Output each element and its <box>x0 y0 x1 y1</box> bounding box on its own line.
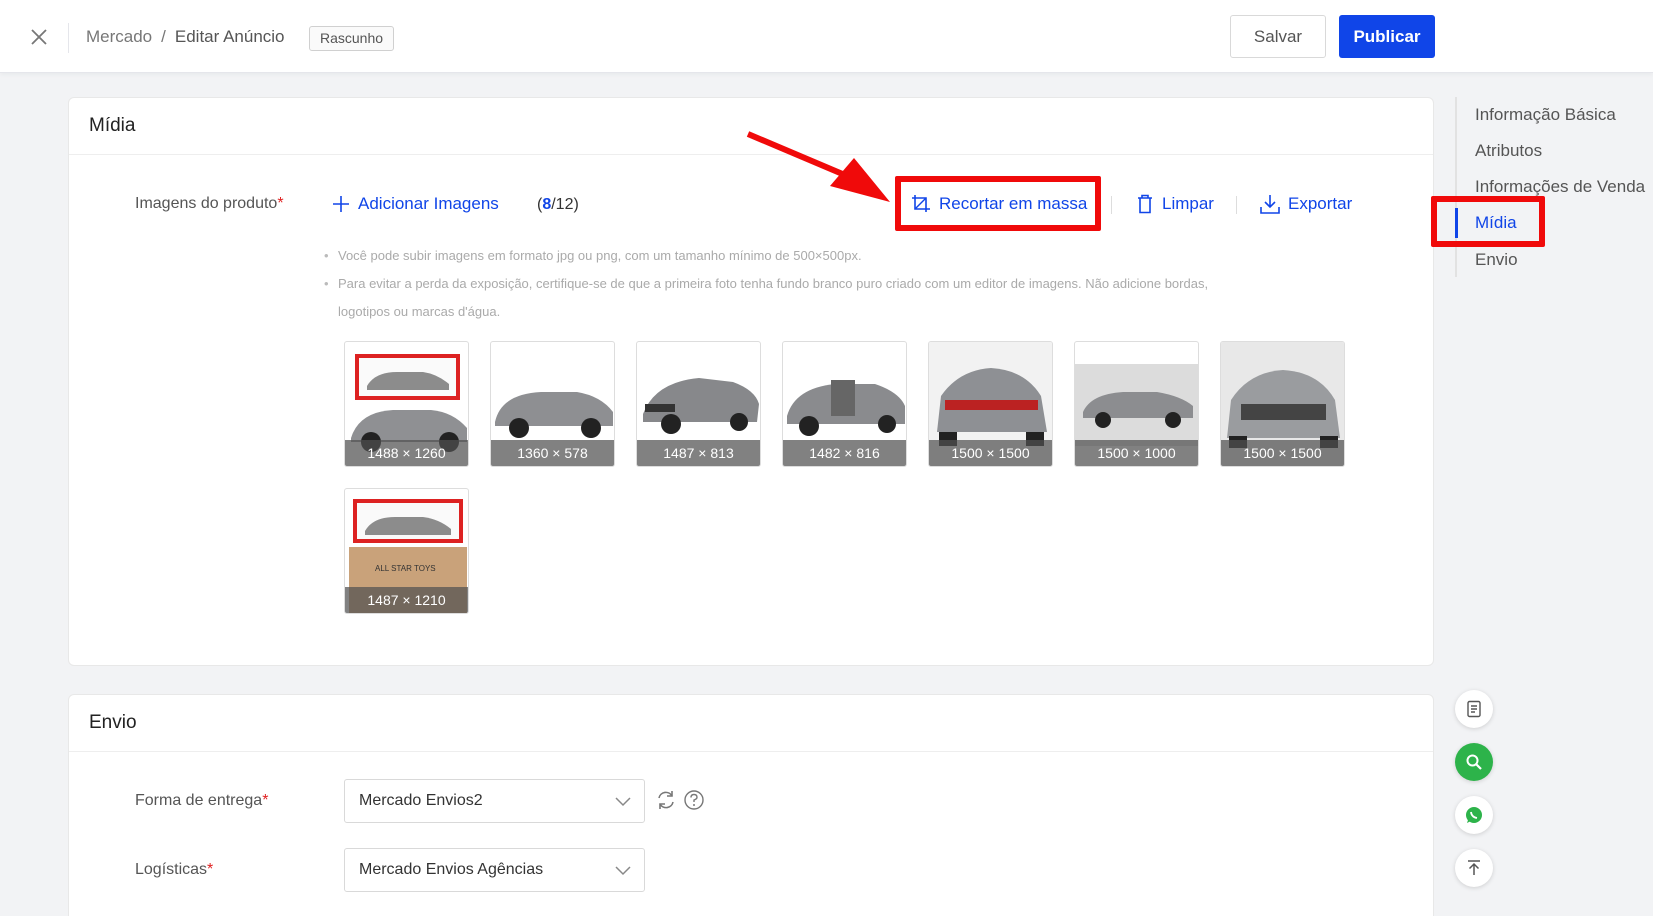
publish-button[interactable]: Publicar <box>1339 15 1435 58</box>
action-divider <box>1236 196 1237 214</box>
export-label: Exportar <box>1288 194 1353 213</box>
status-badge: Rascunho <box>309 26 395 51</box>
image-dimensions: 1487 × 1210 <box>345 587 468 613</box>
search-button[interactable] <box>1455 743 1493 781</box>
product-image-thumb[interactable]: 1488 × 1260 <box>344 341 469 467</box>
image-dimensions: 1488 × 1260 <box>345 440 468 466</box>
side-nav-item-shipping[interactable]: Envio <box>1475 250 1518 270</box>
bulk-crop-button[interactable]: Recortar em massa <box>911 194 1087 214</box>
breadcrumb-root[interactable]: Mercado <box>86 27 152 47</box>
side-nav-item-media[interactable]: Mídia <box>1475 213 1517 233</box>
refresh-icon[interactable] <box>655 789 677 811</box>
arrow-up-icon <box>1468 860 1480 875</box>
search-icon <box>1466 754 1482 770</box>
chevron-down-icon <box>615 866 631 876</box>
delivery-method-value: Mercado Envios2 <box>359 792 483 809</box>
bulk-crop-label: Recortar em massa <box>939 194 1088 213</box>
hint-text: Para evitar a perda da exposição, certif… <box>324 270 1328 298</box>
product-images-label: Imagens do produto* <box>135 195 284 212</box>
image-count: (8/12) <box>537 196 579 213</box>
side-nav-item-sales-info[interactable]: Informações de Venda <box>1475 177 1645 197</box>
trash-icon <box>1138 194 1152 214</box>
shipping-card-title: Envio <box>69 695 1433 752</box>
product-image-thumb[interactable]: 1500 × 1500 <box>928 341 1053 467</box>
back-to-top-button[interactable] <box>1455 849 1493 887</box>
delivery-method-select[interactable]: Mercado Envios2 <box>344 779 645 823</box>
document-icon <box>1467 700 1481 718</box>
notes-button[interactable] <box>1455 690 1493 728</box>
breadcrumb-separator: / <box>161 27 166 46</box>
clear-button[interactable]: Limpar <box>1136 194 1214 214</box>
export-button[interactable]: Exportar <box>1260 194 1352 214</box>
product-image-thumb[interactable]: ALL STAR TOYS 1487 × 1210 <box>344 488 469 614</box>
add-images-button[interactable]: Adicionar Imagens <box>332 194 499 214</box>
close-icon[interactable] <box>28 26 50 48</box>
side-nav-active-indicator <box>1455 208 1458 238</box>
chevron-down-icon <box>615 797 631 807</box>
clear-label: Limpar <box>1162 194 1214 213</box>
image-dimensions: 1500 × 1500 <box>1221 440 1344 466</box>
hint-text: Você pode subir imagens em formato jpg o… <box>324 242 1328 270</box>
whatsapp-button[interactable] <box>1455 796 1493 834</box>
breadcrumb-current: Editar Anúncio <box>174 27 285 46</box>
logistics-value: Mercado Envios Agências <box>359 861 544 878</box>
breadcrumb: Mercado / Editar Anúncio <box>86 27 285 47</box>
annotation-arrow <box>746 131 890 202</box>
side-nav-track <box>1455 97 1457 277</box>
image-dimensions: 1360 × 578 <box>491 440 614 466</box>
image-dimensions: 1487 × 813 <box>637 440 760 466</box>
image-dimensions: 1500 × 1000 <box>1075 440 1198 466</box>
top-bar: Mercado / Editar Anúncio Rascunho Salvar… <box>0 0 1653 73</box>
product-image-thumb[interactable]: 1487 × 813 <box>636 341 761 467</box>
save-button[interactable]: Salvar <box>1230 15 1326 58</box>
delivery-method-label: Forma de entrega* <box>135 792 269 809</box>
shipping-card: Envio <box>68 694 1434 916</box>
whatsapp-icon <box>1466 807 1482 823</box>
product-image-thumb[interactable]: 1500 × 1500 <box>1220 341 1345 467</box>
add-images-label: Adicionar Imagens <box>358 194 499 213</box>
image-dimensions: 1500 × 1500 <box>929 440 1052 466</box>
product-image-thumb[interactable]: 1500 × 1000 <box>1074 341 1199 467</box>
product-image-thumb[interactable]: 1360 × 578 <box>490 341 615 467</box>
box-print: ALL STAR TOYS <box>375 564 436 573</box>
image-dimensions: 1482 × 816 <box>783 440 906 466</box>
action-divider <box>1111 196 1112 214</box>
side-nav-item-basic-info[interactable]: Informação Básica <box>1475 105 1616 125</box>
help-icon[interactable] <box>683 789 705 811</box>
hint-text: logotipos ou marcas d'água. <box>338 304 501 319</box>
product-image-thumb[interactable]: 1482 × 816 <box>782 341 907 467</box>
logistics-label: Logísticas* <box>135 861 214 878</box>
logistics-select[interactable]: Mercado Envios Agências <box>344 848 645 892</box>
crop-icon <box>912 195 930 212</box>
download-icon <box>1260 195 1280 214</box>
header-divider <box>68 23 69 53</box>
plus-icon <box>333 196 349 212</box>
side-nav-item-attributes[interactable]: Atributos <box>1475 141 1542 161</box>
